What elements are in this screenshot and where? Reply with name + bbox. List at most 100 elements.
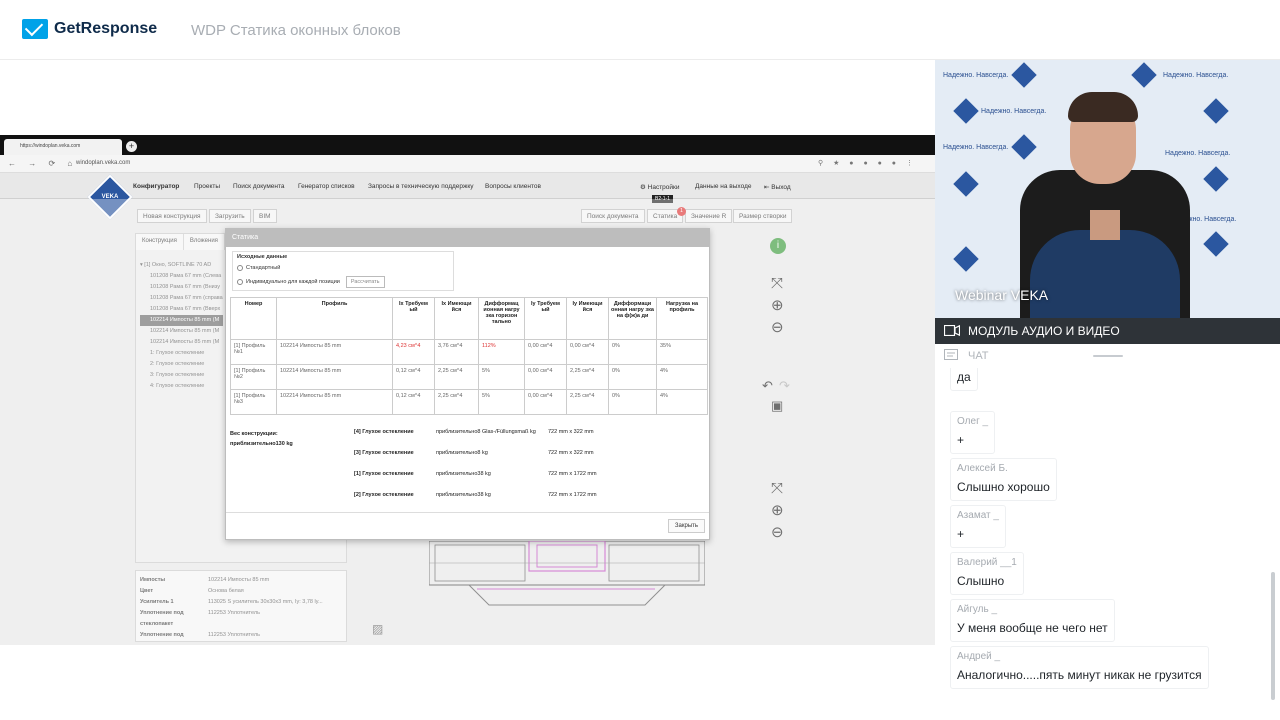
chat-label: ЧАТ <box>968 350 989 362</box>
message-author: Азамат _ <box>957 510 999 521</box>
option-individual: Индивидуально для каждой позиции <box>246 279 340 285</box>
new-tab-icon: + <box>126 141 137 152</box>
chat-messages: да Олег _ + Алексей Б. Слышно хорошо Аза… <box>935 368 1280 720</box>
veka-logo-icon <box>1011 62 1037 88</box>
message-text: Слышно хорошо <box>957 480 1050 494</box>
browser-address-bar: ← → ⟳ ⌂ windoplan.veka.com ⚲ ★ ● ● ● ● ⋮ <box>0 155 935 173</box>
message-author: Валерий __1 <box>957 557 1017 568</box>
chat-message: Алексей Б. Слышно хорошо <box>950 458 1057 501</box>
chat-scrollbar[interactable] <box>1271 572 1275 700</box>
col-load: Нагрузка на профиль <box>656 297 708 340</box>
chat-message: Валерий __1 Слышно <box>950 552 1024 595</box>
option-standard: Стандартный <box>246 265 281 271</box>
glazing-row: [4] Глухое остекление приблизительно8 Gla… <box>354 429 594 435</box>
modal-footer-divider <box>226 512 709 513</box>
weight-label: Вес конструкции: <box>230 431 278 437</box>
top-header: GetResponse WDP Статика оконных блоков <box>0 0 1280 60</box>
webinar-title: WDP Статика оконных блоков <box>191 22 401 39</box>
table-row: [1] Профиль №2 102214 Импосты 85 mm 0,12 c… <box>230 364 708 390</box>
presenter-neck <box>1090 210 1120 240</box>
chat-message: да <box>950 368 978 391</box>
message-text: да <box>957 370 971 384</box>
nav-configurator: Конфигуратор <box>133 183 180 190</box>
backdrop-slogan: Надежно. Навсегда. <box>981 108 1047 115</box>
col-iy-available: Iy Имеющи йся <box>566 297 609 340</box>
nav-settings: ⚙ Настройки <box>640 184 680 191</box>
browser-url: windoplan.veka.com <box>76 160 131 166</box>
message-text: Слышно <box>957 574 1005 588</box>
glazing-row: [3] Глухое остекление приблизительно8 kg 7… <box>354 450 594 456</box>
resize-handle[interactable] <box>1093 355 1123 357</box>
close-button: Закрыть <box>667 519 705 533</box>
message-author: Андрей _ <box>957 651 1001 662</box>
chat-header[interactable]: ЧАТ <box>935 344 1280 368</box>
envelope-check-icon <box>22 19 48 39</box>
nav-list-generator: Генератор списков <box>298 183 355 190</box>
veka-logo-icon <box>1131 62 1157 88</box>
presenter-video: Надежно. Навсегда. Надежно. Навсегда. На… <box>935 60 1280 318</box>
message-author: Алексей Б. <box>957 463 1008 474</box>
backdrop-slogan: Надежно. Навсегда. <box>943 72 1009 79</box>
browser-nav-icons: ← → ⟳ ⌂ <box>8 159 78 168</box>
col-profile: Профиль <box>276 297 393 340</box>
getresponse-logo[interactable]: GetResponse <box>22 19 157 39</box>
backdrop-slogan: Надежно. Навсегда. <box>1163 72 1229 79</box>
chat-icon <box>944 349 958 360</box>
modal-title: Статика <box>226 229 709 247</box>
message-text: + <box>957 433 965 447</box>
veka-logo-icon <box>953 246 979 272</box>
audio-video-module-bar[interactable]: МОДУЛЬ АУДИО И ВИДЕО <box>935 318 1280 344</box>
table-row: [1] Профиль №1 102214 Импосты 85 mm 4,23 c… <box>230 339 708 365</box>
glazing-row: [2] Глухое остекление приблизительно38 kg… <box>354 492 597 498</box>
message-text: У меня вообще не чего нет <box>957 621 1108 635</box>
veka-logo-icon <box>1203 231 1229 257</box>
presenter-hair <box>1068 92 1138 122</box>
glazing-row: [1] Глухое остекление приблизительно38 kg… <box>354 471 597 477</box>
col-ix-required: Ix Требуем ый <box>392 297 435 340</box>
statics-modal: Статика Исходные данные Стандартный Инди… <box>225 228 710 540</box>
statics-table: Номер Профиль Ix Требуем ый Ix Имеющи йс… <box>230 297 708 415</box>
veka-logo-icon <box>1011 134 1037 160</box>
nav-projects: Проекты <box>194 183 221 190</box>
brand-name: GetResponse <box>54 20 158 37</box>
browser-tab: https://windoplan.veka.com <box>4 139 122 155</box>
nav-output-data: Данные на выходе <box>695 183 752 190</box>
veka-logo-icon <box>953 98 979 124</box>
module-label: МОДУЛЬ АУДИО И ВИДЕО <box>968 324 1120 338</box>
backdrop-slogan: Надежно. Навсегда. <box>943 144 1009 151</box>
chat-message: Айгуль _ У меня вообще не чего нет <box>950 599 1115 642</box>
veka-logo-icon <box>1203 98 1229 124</box>
message-text: + <box>957 527 965 541</box>
app-navbar: Конфигуратор Проекты Поиск документа Ген… <box>0 173 935 199</box>
chat-message: Азамат _ + <box>950 505 1006 548</box>
shared-screen: https://windoplan.veka.com + ← → ⟳ ⌂ win… <box>0 135 935 645</box>
backdrop-slogan: Надежно. Навсегда. <box>1165 150 1231 157</box>
radio-standard <box>237 265 243 271</box>
col-iy-required: Iy Требуем ый <box>524 297 567 340</box>
video-label: Webinar VEKA <box>955 287 1049 303</box>
message-text: Аналогично.....пять минут никак не грузи… <box>957 668 1202 682</box>
message-author: Айгуль _ <box>957 604 998 615</box>
col-ix-available: Ix Имеющи йся <box>434 297 479 340</box>
nav-client-questions: Вопросы клиентов <box>485 183 541 190</box>
video-camera-icon <box>944 325 960 336</box>
initial-data-label: Исходные данные <box>237 254 288 260</box>
nav-doc-search: Поиск документа <box>233 183 285 190</box>
presenter-body <box>1030 230 1180 318</box>
chat-message: Олег _ + <box>950 411 996 454</box>
col-deform-h: Дифформац ионная нагру зка горизон тальн… <box>478 297 525 340</box>
browser-extension-icons: ⚲ ★ ● ● ● ● ⋮ <box>818 160 917 167</box>
browser-tabstrip: https://windoplan.veka.com + <box>0 135 935 155</box>
table-row: [1] Профиль №3 102214 Импосты 85 mm 0,12 c… <box>230 389 708 415</box>
chat-message: Андрей _ Аналогично.....пять минут никак… <box>950 646 1209 689</box>
veka-logo-icon <box>953 171 979 197</box>
col-number: Номер <box>230 297 277 340</box>
col-deform-v: Дифформаци онная нагру зка на ф(ж)а ди <box>608 297 657 340</box>
radio-individual <box>237 279 243 285</box>
calculate-button: Рассчитать <box>345 276 385 288</box>
nav-logout: ⇤ Выход <box>764 184 791 191</box>
nav-support: Запросы в техническую поддержку <box>368 183 474 190</box>
weight-value: приблизительно130 kg <box>230 441 293 447</box>
message-author: Олег _ <box>957 416 989 427</box>
initial-data-box: Исходные данные Стандартный Индивидуальн… <box>232 251 454 291</box>
